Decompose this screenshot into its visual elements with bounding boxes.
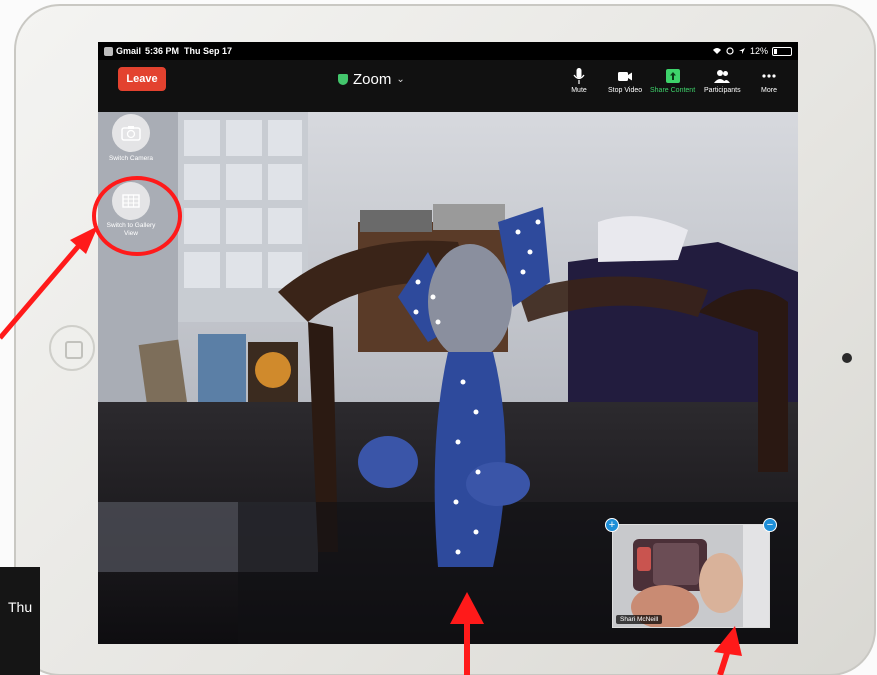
photo-of-ipad-zoom-call: Gmail 5:36 PM Thu Sep 17 12% Leave Zoom … bbox=[0, 0, 877, 675]
arrow-to-gallery-view bbox=[0, 226, 98, 340]
zoomed-inset: Thu bbox=[0, 567, 40, 675]
arrow-to-self-view bbox=[714, 626, 742, 675]
annotation-overlay bbox=[0, 176, 742, 675]
inset-text: Thu bbox=[8, 599, 33, 615]
arrow-to-main-video bbox=[450, 592, 484, 675]
highlight-circle bbox=[92, 176, 182, 256]
